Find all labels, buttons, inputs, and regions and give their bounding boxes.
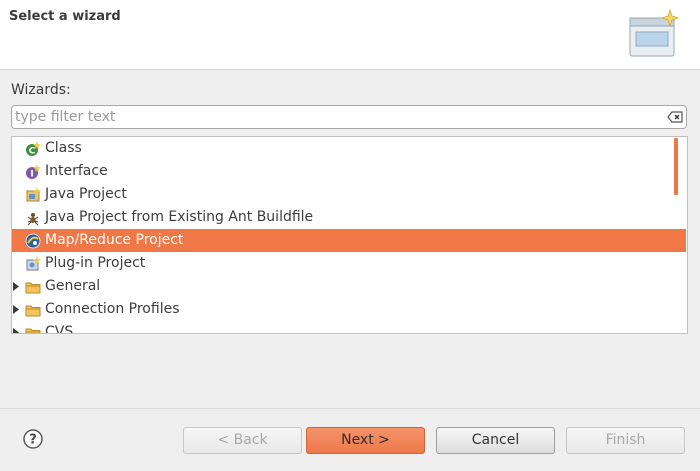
wizard-tree[interactable]: C Class I Interface Java Project Java Pr… bbox=[11, 136, 688, 334]
footer-divider bbox=[0, 408, 700, 409]
folder-icon bbox=[25, 305, 41, 317]
tree-item-label: General bbox=[45, 278, 101, 294]
expand-arrow-icon[interactable] bbox=[12, 328, 20, 334]
filter-field[interactable] bbox=[11, 105, 687, 129]
tree-item-connection-profiles[interactable]: Connection Profiles bbox=[12, 298, 686, 321]
folder-icon bbox=[25, 328, 41, 333]
plugin-project-icon bbox=[26, 256, 41, 271]
folder-icon bbox=[25, 282, 41, 294]
tree-item-label: CVS bbox=[45, 324, 74, 334]
tree-item-label: Java Project bbox=[45, 186, 127, 202]
clear-filter-icon[interactable] bbox=[667, 111, 683, 123]
expand-arrow-icon[interactable] bbox=[12, 282, 20, 291]
tree-item-mapreduce-project[interactable]: Map/Reduce Project bbox=[12, 229, 686, 252]
wizards-label: Wizards: bbox=[11, 82, 71, 98]
finish-button[interactable]: Finish bbox=[566, 427, 685, 454]
help-icon[interactable]: ? bbox=[23, 429, 43, 449]
interface-icon: I bbox=[26, 164, 41, 180]
ant-icon bbox=[27, 213, 39, 226]
tree-item-java-project-ant[interactable]: Java Project from Existing Ant Buildfile bbox=[12, 206, 686, 229]
svg-text:?: ? bbox=[29, 433, 37, 448]
tree-item-label: Java Project from Existing Ant Buildfile bbox=[45, 209, 314, 225]
mapreduce-project-icon bbox=[25, 233, 41, 249]
new-wizard-banner-icon bbox=[629, 8, 680, 57]
tree-item-label: Connection Profiles bbox=[45, 301, 180, 317]
tree-item-interface[interactable]: I Interface bbox=[12, 160, 686, 183]
back-button[interactable]: < Back bbox=[183, 427, 302, 454]
java-project-icon bbox=[26, 187, 41, 202]
tree-item-label: Map/Reduce Project bbox=[45, 232, 184, 248]
tree-item-label: Interface bbox=[45, 163, 108, 179]
tree-item-label: Plug-in Project bbox=[45, 255, 146, 271]
svg-text:C: C bbox=[29, 147, 36, 157]
expand-arrow-icon[interactable] bbox=[12, 305, 20, 314]
tree-item-class[interactable]: C Class bbox=[12, 137, 686, 160]
tree-item-cvs[interactable]: CVS bbox=[12, 321, 686, 334]
svg-text:I: I bbox=[30, 170, 33, 180]
tree-item-general[interactable]: General bbox=[12, 275, 686, 298]
next-button[interactable]: Next > bbox=[306, 427, 425, 454]
tree-item-label: Class bbox=[45, 140, 82, 156]
tree-scrollbar[interactable] bbox=[674, 138, 678, 195]
tree-item-java-project[interactable]: Java Project bbox=[12, 183, 686, 206]
tree-item-plugin-project[interactable]: Plug-in Project bbox=[12, 252, 686, 275]
class-icon: C bbox=[26, 141, 41, 157]
cancel-button[interactable]: Cancel bbox=[436, 427, 555, 454]
page-title: Select a wizard bbox=[9, 9, 121, 24]
wizard-header: Select a wizard bbox=[0, 0, 700, 70]
filter-input[interactable] bbox=[15, 108, 655, 126]
